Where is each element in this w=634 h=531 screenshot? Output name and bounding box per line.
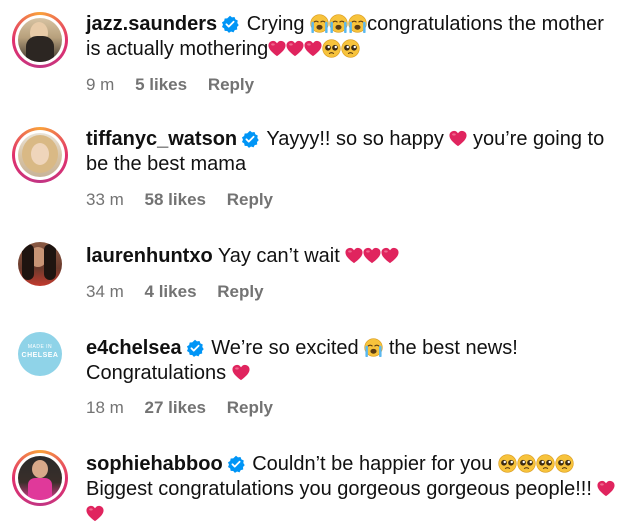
comment-item: jazz.saunders Crying congratulations the… (0, 0, 634, 100)
comment-text: is actually mothering (86, 38, 269, 60)
verified-badge-icon (227, 455, 245, 473)
comment-text: Congratulations (86, 362, 227, 384)
comment-text: congratulations the mother (367, 13, 604, 35)
red-heart-emoji (304, 40, 322, 57)
pleading-face-emoji (555, 454, 574, 473)
reply-button[interactable]: Reply (227, 398, 273, 417)
likes-count[interactable]: 27 likes (145, 398, 206, 417)
crying-face-emoji (310, 14, 329, 33)
pleading-face-emoji (517, 454, 536, 473)
red-heart-emoji (232, 364, 250, 381)
red-heart-emoji (286, 40, 304, 57)
comment-body: tiffanyc_watson Yayyy!! so so happy you’… (86, 127, 618, 177)
username[interactable]: sophiehabboo (86, 453, 223, 475)
verified-badge-icon (241, 130, 259, 148)
likes-count[interactable]: 58 likes (145, 190, 206, 209)
comment-body: jazz.saunders Crying congratulations the… (86, 12, 618, 62)
crying-face-emoji (348, 14, 367, 33)
likes-count[interactable]: 5 likes (135, 75, 187, 94)
verified-badge-icon (186, 339, 204, 357)
pleading-face-emoji (536, 454, 555, 473)
reply-button[interactable]: Reply (208, 75, 254, 94)
red-heart-emoji (86, 505, 104, 522)
comment-text: you’re going to (472, 128, 605, 150)
comment-item: MADE IN CHELSEA e4chelsea We’re so excit… (0, 320, 634, 420)
comment-meta: 33 m 58 likes Reply (86, 190, 289, 210)
comment-text: Crying (246, 13, 305, 35)
red-heart-emoji (345, 247, 363, 264)
comment-text: Yay can’t wait (217, 245, 340, 267)
avatar[interactable] (12, 450, 68, 506)
username[interactable]: laurenhuntxo (86, 245, 213, 267)
username[interactable]: jazz.saunders (86, 13, 217, 35)
likes-count[interactable]: 4 likes (145, 282, 197, 301)
red-heart-emoji (449, 130, 467, 147)
comment-text: Yayyy!! so so happy (266, 128, 444, 150)
comment-text: Biggest congratulations you gorgeous gor… (86, 478, 592, 500)
comment-text: Couldn’t be happier for you (252, 453, 493, 475)
crying-face-emoji (329, 14, 348, 33)
username[interactable]: e4chelsea (86, 337, 182, 359)
username[interactable]: tiffanyc_watson (86, 128, 237, 150)
reply-button[interactable]: Reply (217, 282, 263, 301)
pleading-face-emoji (498, 454, 517, 473)
comment-meta: 9 m 5 likes Reply (86, 75, 270, 95)
red-heart-emoji (363, 247, 381, 264)
avatar-text: CHELSEA (21, 352, 59, 359)
comment-time: 34 m (86, 282, 124, 301)
comment-item: laurenhuntxo Yay can’t wait 34 m 4 likes… (0, 230, 634, 310)
comment-body: sophiehabboo Couldn’t be happier for you… (86, 452, 618, 527)
comment-body: laurenhuntxo Yay can’t wait (86, 244, 618, 269)
verified-badge-icon (221, 15, 239, 33)
comment-item: sophiehabboo Couldn’t be happier for you… (0, 440, 634, 531)
avatar[interactable] (12, 12, 68, 68)
reply-button[interactable]: Reply (227, 190, 273, 209)
avatar-text: MADE IN (27, 344, 53, 350)
comment-item: tiffanyc_watson Yayyy!! so so happy you’… (0, 115, 634, 215)
red-heart-emoji (597, 480, 615, 497)
avatar[interactable]: MADE IN CHELSEA (12, 326, 68, 382)
red-heart-emoji (381, 247, 399, 264)
avatar[interactable] (12, 236, 68, 292)
comment-time: 33 m (86, 190, 124, 209)
comment-text: the best news! (388, 337, 518, 359)
comment-time: 18 m (86, 398, 124, 417)
pleading-face-emoji (341, 39, 360, 58)
comment-time: 9 m (86, 75, 115, 94)
comment-meta: 34 m 4 likes Reply (86, 282, 280, 302)
pleading-face-emoji (322, 39, 341, 58)
avatar[interactable] (12, 127, 68, 183)
comment-text: be the best mama (86, 153, 247, 175)
comment-body: e4chelsea We’re so excited the best news… (86, 336, 618, 386)
comment-text: We’re so excited (211, 337, 359, 359)
red-heart-emoji (268, 40, 286, 57)
crying-face-emoji (364, 338, 383, 357)
comment-meta: 18 m 27 likes Reply (86, 398, 289, 418)
